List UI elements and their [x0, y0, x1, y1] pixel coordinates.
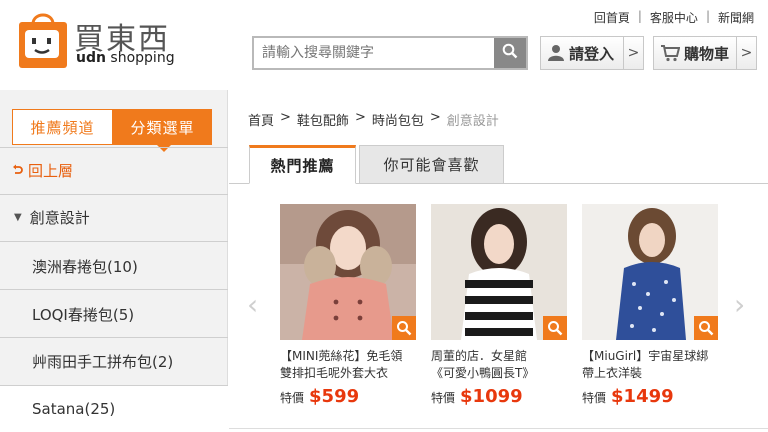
- brand-subtitle-rest: shopping: [105, 50, 175, 66]
- breadcrumb-item[interactable]: 時尚包包: [372, 110, 424, 129]
- price-value: $1099: [460, 386, 523, 407]
- breadcrumb-separator: >: [354, 110, 366, 125]
- product-image[interactable]: [431, 204, 567, 340]
- divider: [0, 194, 228, 195]
- zoom-icon[interactable]: [543, 316, 567, 340]
- current-category-label: 創意設計: [29, 209, 90, 227]
- breadcrumb-separator: >: [429, 110, 441, 125]
- product-name-line: 帶上衣洋裝: [582, 366, 643, 380]
- cart-button[interactable]: 購物車 >: [653, 36, 757, 70]
- divider: [229, 428, 768, 429]
- top-links: 回首頁 | 客服中心 | 新聞網: [594, 9, 754, 26]
- sidebar-item-subcategory[interactable]: 澳洲春捲包(10): [32, 256, 138, 277]
- login-button[interactable]: 請登入 >: [540, 36, 644, 70]
- divider: [0, 289, 228, 290]
- back-arrow-icon: [12, 162, 24, 180]
- search-input[interactable]: [254, 38, 494, 68]
- product-name[interactable]: 【MiuGirl】宇宙星球綁 帶上衣洋裝: [582, 348, 732, 382]
- back-label: 回上層: [28, 162, 74, 180]
- product-name-line: 周董的店．女星館: [431, 349, 528, 363]
- search-button[interactable]: [494, 38, 526, 68]
- zoom-icon[interactable]: [694, 316, 718, 340]
- product-name-line: 《可愛小鴨圓長T》: [431, 366, 535, 380]
- divider: [0, 385, 228, 386]
- user-icon: [547, 44, 565, 62]
- product-image[interactable]: [280, 204, 416, 340]
- price-value: $599: [309, 386, 360, 407]
- sidebar-item-subcategory[interactable]: 艸雨田手工拼布包(2): [32, 351, 173, 372]
- divider: [0, 337, 228, 338]
- current-category[interactable]: ▼ 創意設計: [14, 207, 90, 228]
- search-icon: [502, 43, 518, 63]
- breadcrumb-item[interactable]: 鞋包配飾: [297, 110, 349, 129]
- sidebar-item-subcategory[interactable]: Satana(25): [32, 400, 115, 418]
- chevron-right-icon: >: [623, 37, 643, 69]
- divider: |: [637, 9, 642, 23]
- divider: [0, 241, 228, 242]
- brand-subtitle: udn shopping: [76, 50, 175, 66]
- login-label: 請登入: [569, 44, 615, 63]
- product-name-line: 雙排扣毛呢外套大衣: [280, 366, 389, 380]
- customer-service-link[interactable]: 客服中心: [650, 9, 698, 26]
- tab-category[interactable]: 分類選單: [113, 109, 212, 152]
- sidebar: 推薦頻道 分類選單 回上層 ▼ 創意設計 澳洲春捲包(10) LOQI春捲包(5…: [0, 90, 228, 432]
- product-tabs: 熱門推薦 你可能會喜歡: [249, 145, 504, 184]
- logo-bag-icon[interactable]: [17, 8, 69, 70]
- carousel-next-icon[interactable]: ›: [734, 288, 745, 321]
- divider: [0, 147, 228, 148]
- search-box: [252, 36, 528, 70]
- product-card[interactable]: 【MiuGirl】宇宙星球綁 帶上衣洋裝 特價 $1499: [582, 204, 718, 407]
- sidebar-tabs: 推薦頻道 分類選單: [12, 109, 212, 152]
- price-value: $1499: [611, 386, 674, 407]
- product-name-line: 【MiuGirl】宇宙星球綁: [582, 349, 709, 363]
- home-link[interactable]: 回首頁: [594, 9, 630, 26]
- product-name[interactable]: 【MINI蔸絲花】免毛領 雙排扣毛呢外套大衣: [280, 348, 430, 382]
- divider: |: [705, 9, 710, 23]
- price-label: 特價: [582, 391, 607, 405]
- brand-subtitle-bold: udn: [76, 50, 106, 66]
- tab-hot-recommend[interactable]: 熱門推薦: [249, 145, 356, 184]
- product-card[interactable]: 周董的店．女星館 《可愛小鴨圓長T》 特價 $1099: [431, 204, 567, 407]
- breadcrumb-current: 創意設計: [446, 114, 499, 129]
- zoom-icon[interactable]: [392, 316, 416, 340]
- product-price: 特價 $1499: [582, 386, 718, 407]
- carousel-prev-icon[interactable]: ‹: [247, 288, 258, 321]
- product-price: 特價 $1099: [431, 386, 567, 407]
- tab-recommend[interactable]: 推薦頻道: [12, 109, 113, 145]
- product-name-line: 【MINI蔸絲花】免毛領: [280, 349, 403, 363]
- product-card[interactable]: 【MINI蔸絲花】免毛領 雙排扣毛呢外套大衣 特價 $599: [280, 204, 416, 407]
- sidebar-item-subcategory[interactable]: LOQI春捲包(5): [32, 304, 134, 325]
- cart-label: 購物車: [684, 44, 730, 63]
- product-image[interactable]: [582, 204, 718, 340]
- main-content: 首頁 > 鞋包配飾 > 時尚包包 > 創意設計 熱門推薦 你可能會喜歡 ‹ ›: [229, 90, 768, 432]
- chevron-right-icon: >: [736, 37, 756, 69]
- header: 買東西 udn shopping 回首頁 | 客服中心 | 新聞網 請登入 >: [0, 0, 768, 90]
- caret-down-icon: ▼: [14, 212, 22, 223]
- cart-icon: [660, 44, 680, 62]
- breadcrumb-separator: >: [280, 110, 291, 125]
- product-name[interactable]: 周董的店．女星館 《可愛小鴨圓長T》: [431, 348, 581, 382]
- price-label: 特價: [431, 391, 456, 405]
- back-link[interactable]: 回上層: [12, 160, 73, 181]
- product-price: 特價 $599: [280, 386, 416, 407]
- breadcrumb: 首頁 > 鞋包配飾 > 時尚包包 > 創意設計: [248, 110, 499, 129]
- breadcrumb-home[interactable]: 首頁: [248, 110, 274, 129]
- news-link[interactable]: 新聞網: [718, 9, 754, 26]
- price-label: 特價: [280, 391, 305, 405]
- tab-you-may-like[interactable]: 你可能會喜歡: [359, 145, 504, 184]
